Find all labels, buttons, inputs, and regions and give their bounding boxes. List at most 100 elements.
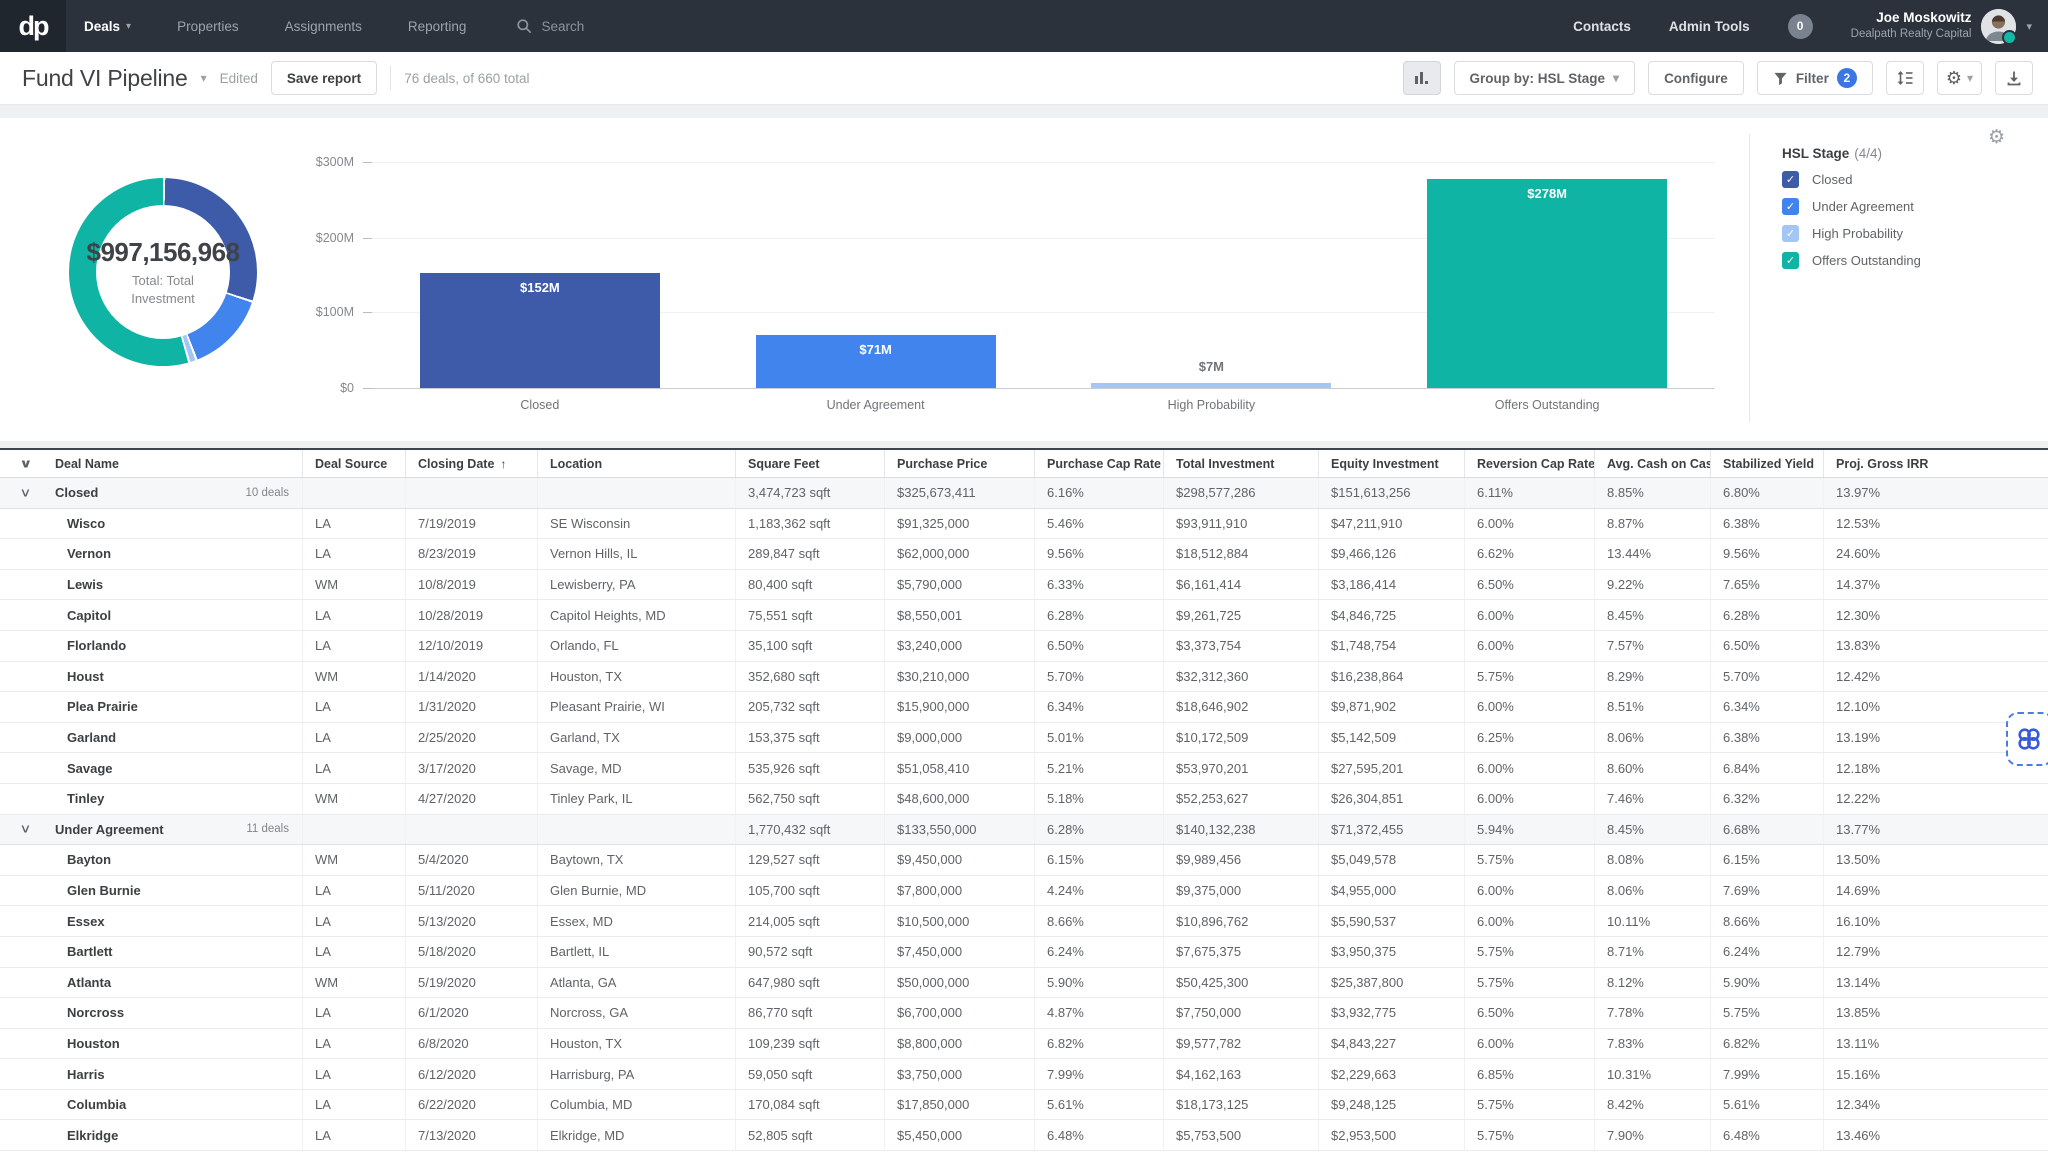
row-height-icon [1896,70,1914,86]
table-row-elkridge[interactable]: ElkridgeLA7/13/2020Elkridge, MD52,805 sq… [0,1120,2048,1151]
column-header-purchase-price[interactable]: Purchase Price [884,450,1034,477]
nav-item-deals[interactable]: Deals▾ [84,19,131,34]
checkbox-offers-outstanding[interactable]: ✓ [1782,252,1799,269]
group-chevron-icon[interactable]: ∨ [19,822,31,836]
cell-value: 562,750 sqft [748,791,820,806]
cell-value: 9.56% [1723,546,1760,561]
table-row-garland[interactable]: GarlandLA2/25/2020Garland, TX153,375 sqf… [0,723,2048,754]
table-row-bayton[interactable]: BaytonWM5/4/2020Baytown, TX129,527 sqft$… [0,845,2048,876]
collapse-all-chevron-icon[interactable]: ∨ [19,456,32,470]
cell: 6.24% [1034,937,1163,967]
cell: $3,373,754 [1163,631,1318,661]
column-header-reversion-cap-rate[interactable]: Reversion Cap Rate [1464,450,1594,477]
funnel-icon [1773,71,1788,86]
bar-closed: $152M [420,273,660,388]
save-report-button[interactable]: Save report [271,61,377,95]
table-row-bartlett[interactable]: BartlettLA5/18/2020Bartlett, IL90,572 sq… [0,937,2048,968]
cell: $9,871,902 [1318,692,1464,722]
title-chevron-icon[interactable]: ▾ [201,71,207,85]
cell-value: 75,551 sqft [748,608,812,623]
table-row-columbia[interactable]: ColumbiaLA6/22/2020Columbia, MD170,084 s… [0,1090,2048,1121]
cell-value: 6.34% [1047,699,1084,714]
row-height-button[interactable] [1886,61,1924,95]
cell-value: 8.71% [1607,944,1644,959]
help-widget-button[interactable] [2006,712,2048,766]
column-header-avg-cash-on-cash[interactable]: Avg. Cash on Cash [1594,450,1710,477]
filter-button[interactable]: Filter 2 [1757,61,1873,95]
group-agg-value: $151,613,256 [1331,485,1411,500]
column-header-equity-investment[interactable]: Equity Investment [1318,450,1464,477]
checkbox-high-probability[interactable]: ✓ [1782,225,1799,242]
table-row-wisco[interactable]: WiscoLA7/19/2019SE Wisconsin1,183,362 sq… [0,509,2048,540]
group-row-closed[interactable]: ∨Closed10 deals3,474,723 sqft$325,673,41… [0,478,2048,509]
column-header-location[interactable]: Location [537,450,735,477]
column-header-closing-date[interactable]: Closing Date↑ [405,450,537,477]
column-header-square-feet[interactable]: Square Feet [735,450,884,477]
table-row-norcross[interactable]: NorcrossLA6/1/2020Norcross, GA86,770 sqf… [0,998,2048,1029]
column-header-proj-gross-irr[interactable]: Proj. Gross IRR [1823,450,1938,477]
table-row-lewis[interactable]: LewisWM10/8/2019Lewisberry, PA80,400 sqf… [0,570,2048,601]
checkbox-closed[interactable]: ✓ [1782,171,1799,188]
table-row-essex[interactable]: EssexLA5/13/2020Essex, MD214,005 sqft$10… [0,906,2048,937]
table-row-tinley[interactable]: TinleyWM4/27/2020Tinley Park, IL562,750 … [0,784,2048,815]
configure-button[interactable]: Configure [1648,61,1744,95]
export-button[interactable] [1995,61,2033,95]
nav-item-contacts[interactable]: Contacts [1573,19,1631,34]
group-by-button[interactable]: Group by: HSL Stage ▾ [1454,61,1636,95]
cell: $5,049,578 [1318,845,1464,875]
cell-value: Norcross, GA [550,1005,628,1020]
cell-value: 5.61% [1047,1097,1084,1112]
cell: $6,700,000 [884,998,1034,1028]
bar-high-probability: $7M [1091,383,1331,388]
cell: Glen Burnie [0,876,302,906]
nav-item-admin-tools[interactable]: Admin Tools [1669,19,1750,34]
checkbox-under-agreement[interactable]: ✓ [1782,198,1799,215]
app-root: dp Deals▾PropertiesAssignmentsReporting … [0,0,2048,1152]
column-header-deal-name[interactable]: ∨Deal Name [0,450,302,477]
cell-value: 80,400 sqft [748,577,812,592]
cell-value: 5.75% [1477,1128,1514,1143]
table-row-harris[interactable]: HarrisLA6/12/2020Harrisburg, PA59,050 sq… [0,1059,2048,1090]
cell: 5.75% [1464,1120,1594,1150]
column-header-deal-source[interactable]: Deal Source [302,450,405,477]
table-row-atlanta[interactable]: AtlantaWM5/19/2020Atlanta, GA647,980 sqf… [0,968,2048,999]
cell-value: $9,248,125 [1331,1097,1396,1112]
cell: Capitol [0,600,302,630]
table-row-florlando[interactable]: FlorlandoLA12/10/2019Orlando, FL35,100 s… [0,631,2048,662]
cell-value: 6/12/2020 [418,1067,476,1082]
cell-value: 13.50% [1836,852,1880,867]
column-header-stabilized-yield[interactable]: Stabilized Yield [1710,450,1823,477]
chart-toggle-button[interactable] [1403,61,1441,95]
cell: 8.29% [1594,662,1710,692]
cell: LA [302,753,405,783]
column-header-purchase-cap-rate[interactable]: Purchase Cap Rate [1034,450,1163,477]
table-row-capitol[interactable]: CapitolLA10/28/2019Capitol Heights, MD75… [0,600,2048,631]
axis-tick [363,238,372,239]
divider [390,66,391,90]
column-header-total-investment[interactable]: Total Investment [1163,450,1318,477]
table-row-vernon[interactable]: VernonLA8/23/2019Vernon Hills, IL289,847… [0,539,2048,570]
notification-count: 0 [1797,19,1804,33]
table-row-glen-burnie[interactable]: Glen BurnieLA5/11/2020Glen Burnie, MD105… [0,876,2048,907]
table-row-houst[interactable]: HoustWM1/14/2020Houston, TX352,680 sqft$… [0,662,2048,693]
settings-button[interactable]: ⚙ ▾ [1937,61,1982,95]
table-row-houston[interactable]: HoustonLA6/8/2020Houston, TX109,239 sqft… [0,1029,2048,1060]
chart-panel: $997,156,968 Total: Total Investment $30… [0,118,2048,441]
dealpath-logo[interactable]: dp [0,0,66,52]
user-menu[interactable]: Joe Moskowitz Dealpath Realty Capital ▾ [1851,9,2032,44]
table-row-savage[interactable]: SavageLA3/17/2020Savage, MD535,926 sqft$… [0,753,2048,784]
nav-item-reporting[interactable]: Reporting [408,19,467,34]
deal-count: 76 deals, of 660 total [404,71,529,86]
cell-value: Baytown, TX [550,852,623,867]
legend-gear-icon[interactable]: ⚙ [1988,128,2005,147]
nav-item-assignments[interactable]: Assignments [285,19,362,34]
group-chevron-icon[interactable]: ∨ [19,486,31,500]
nav-item-properties[interactable]: Properties [177,19,239,34]
group-row-under-agreement[interactable]: ∨Under Agreement11 deals1,770,432 sqft$1… [0,815,2048,846]
search-input[interactable]: Search [516,18,584,34]
cell: $50,000,000 [884,968,1034,998]
notifications-badge[interactable]: 0 [1788,14,1813,39]
cell-value: 12.30% [1836,608,1880,623]
cell-value: 9.22% [1607,577,1644,592]
table-row-plea-prairie[interactable]: Plea PrairieLA1/31/2020Pleasant Prairie,… [0,692,2048,723]
